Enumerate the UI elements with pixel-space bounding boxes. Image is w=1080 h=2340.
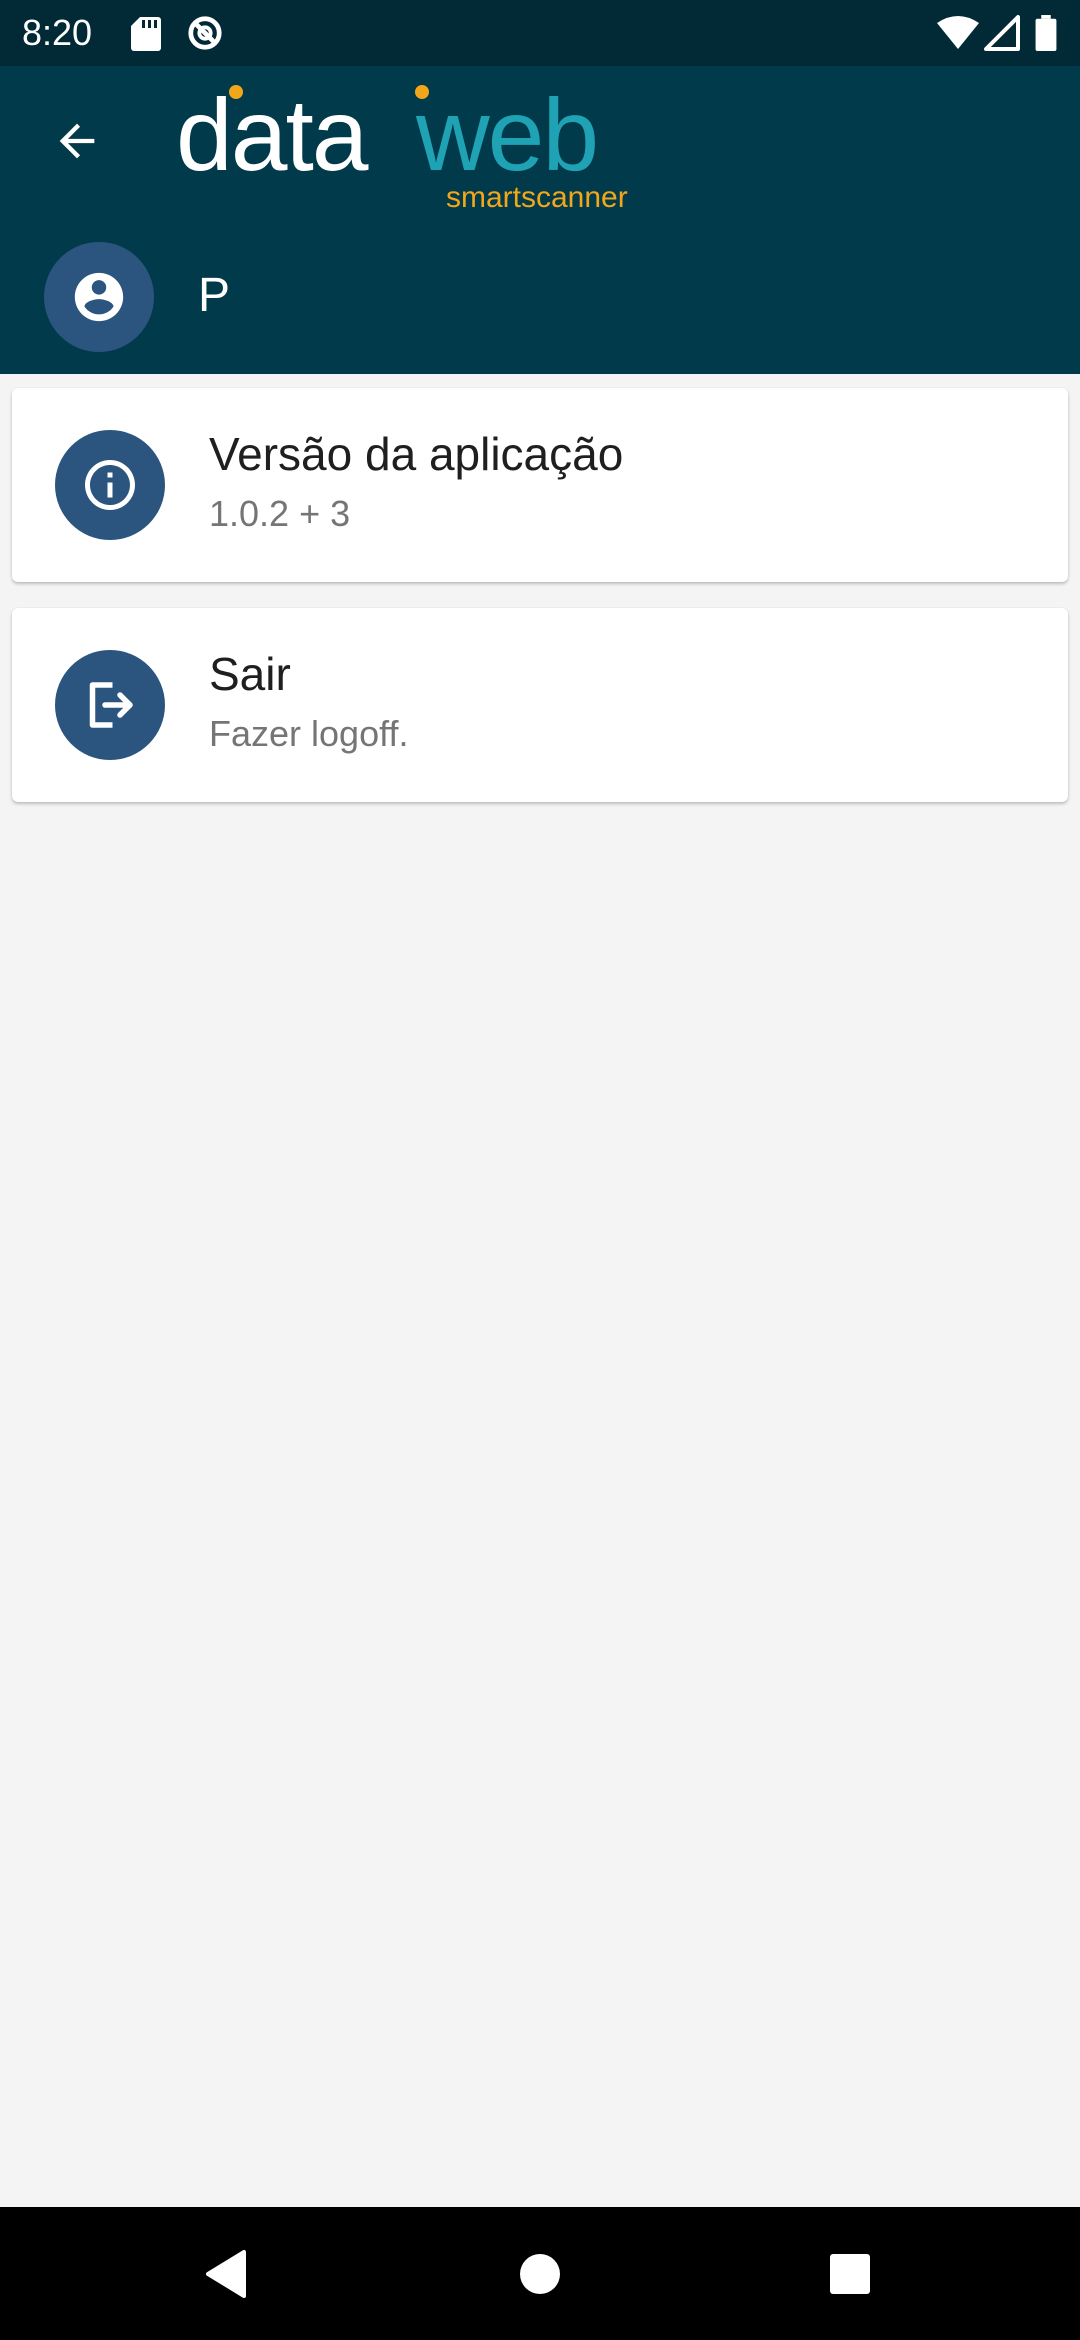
logout-icon-circle: [55, 650, 165, 760]
logo-brand-right: web: [415, 82, 597, 192]
logo-brand-left: data: [176, 82, 369, 192]
navigation-bar: [0, 2207, 1080, 2340]
app-header: data web smartscanner P: [0, 66, 1080, 374]
logo-dot: [229, 85, 243, 99]
do-not-disturb-icon: [188, 16, 222, 50]
recents-icon: [830, 2253, 870, 2294]
app-version-value: 1.0.2 + 3: [209, 493, 351, 534]
status-time: 8:20: [22, 12, 93, 53]
app-version-card[interactable]: Versão da aplicação 1.0.2 + 3: [12, 388, 1068, 582]
logo-dot-2: [415, 85, 429, 99]
info-icon: [85, 460, 135, 510]
logout-icon: [89, 682, 133, 728]
wifi-icon: [937, 16, 979, 49]
logout-title: Sair: [209, 648, 291, 700]
signal-icon: [984, 15, 1020, 51]
home-icon: [520, 2253, 560, 2294]
logout-subtitle: Fazer logoff.: [209, 713, 409, 754]
app-version-icon-circle: [55, 430, 165, 540]
app-version-title: Versão da aplicação: [209, 428, 624, 480]
back-icon: [206, 2249, 246, 2298]
sd-card-icon: [131, 17, 161, 51]
dataweb-logo: data web smartscanner: [176, 82, 628, 212]
nav-home-button[interactable]: [480, 2207, 600, 2340]
logout-card[interactable]: Sair Fazer logoff.: [12, 608, 1068, 802]
nav-back-button[interactable]: [166, 2207, 286, 2340]
nav-recents-button[interactable]: [790, 2207, 910, 2340]
user-name: P: [198, 269, 231, 322]
status-bar: 8:20: [0, 0, 1080, 66]
logo-tagline: smartscanner: [446, 181, 628, 212]
user-avatar: [44, 242, 154, 352]
back-button[interactable]: [46, 110, 108, 172]
battery-icon: [1035, 15, 1057, 51]
arrow-back-icon: [59, 123, 95, 159]
account-circle-icon: [74, 272, 124, 322]
